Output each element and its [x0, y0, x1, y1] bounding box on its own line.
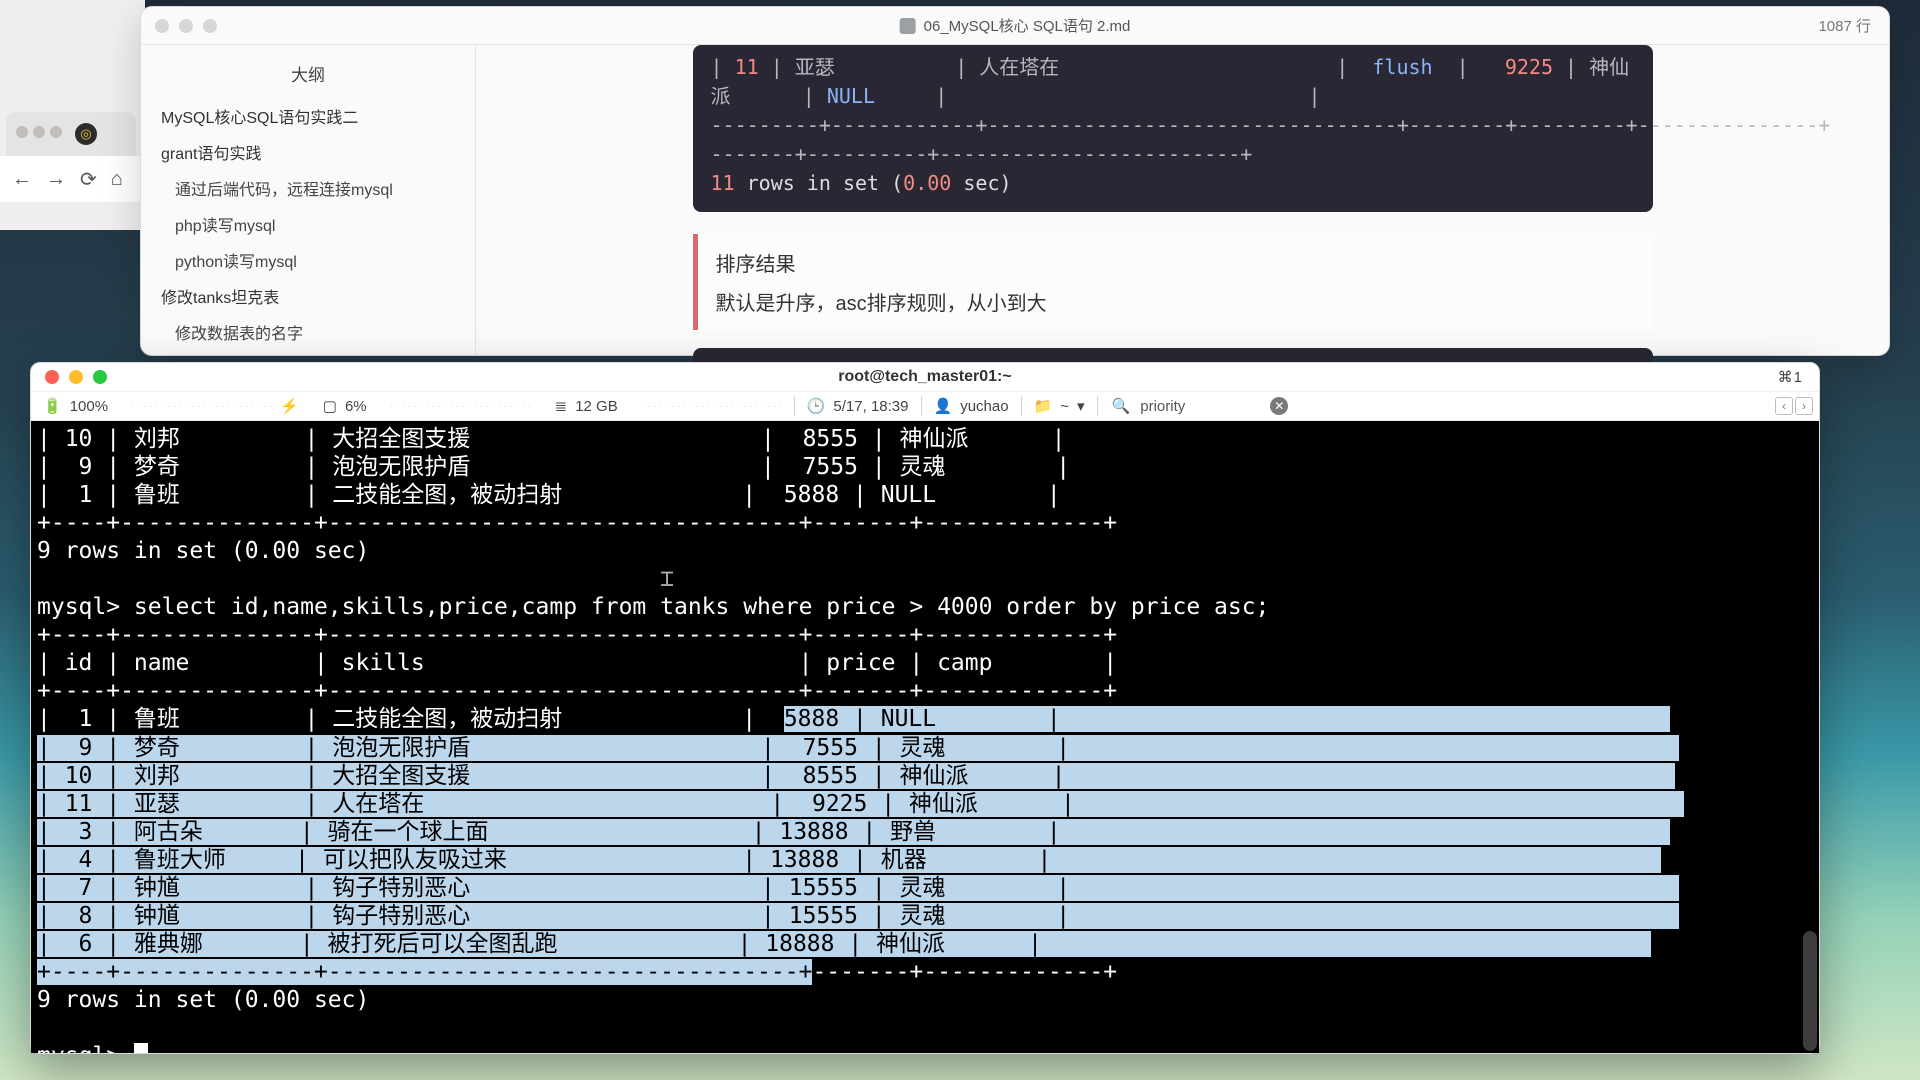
- status-battery: 🔋100%: [31, 392, 120, 420]
- terminal-title: root@tech_master01:~: [838, 368, 1011, 386]
- home-icon[interactable]: ⌂: [111, 168, 123, 191]
- terminal-tab-indicator[interactable]: ⌘1: [1778, 368, 1803, 386]
- terminal-body[interactable]: | 10 | 刘邦 | 大招全图支援 | 8555 | 神仙派 | | 9 | …: [31, 421, 1819, 1053]
- document-icon: [900, 18, 916, 34]
- status-clock: 🕒5/17, 18:39: [795, 392, 921, 420]
- md-traffic-lights[interactable]: [155, 19, 217, 33]
- status-cpu: ▢6%: [311, 392, 379, 420]
- memory-icon: ≣: [555, 397, 568, 415]
- browser-window-edge: ◎ ← → ⟳ ⌂: [0, 0, 145, 230]
- terminal-statusbar: 🔋100% ⚡ ▢6% ≣12 GB 🕒5/17, 18:39 👤yuchao …: [31, 391, 1819, 421]
- outline-item[interactable]: 通过后端代码，远程连接mysql: [141, 170, 475, 206]
- status-folder[interactable]: 📁~▾: [1022, 392, 1097, 420]
- close-icon[interactable]: [45, 370, 59, 384]
- tab-traffic-lights: [16, 125, 67, 143]
- md-filename-text: 06_MySQL核心 SQL语句 2.md: [924, 15, 1131, 36]
- terminal-titlebar[interactable]: root@tech_master01:~ ⌘1: [31, 363, 1819, 391]
- folder-icon: 📁: [1034, 397, 1053, 415]
- status-spark3: [630, 392, 794, 420]
- terminal-output[interactable]: | 10 | 刘邦 | 大招全图支援 | 8555 | 神仙派 | | 9 | …: [37, 425, 1813, 1053]
- zoom-icon[interactable]: [93, 370, 107, 384]
- md-titlebar[interactable]: 06_MySQL核心 SQL语句 2.md 1087 行: [141, 7, 1889, 45]
- note-body: 默认是升序，asc排序规则，从小到大: [716, 287, 1635, 316]
- chevron-down-icon: ▾: [1077, 397, 1085, 415]
- md-content-panel[interactable]: | 11 | 亚瑟 | 人在塔在 | flush | 9225 | 神仙 派 |…: [476, 45, 1889, 355]
- minimize-icon[interactable]: [69, 370, 83, 384]
- back-icon[interactable]: ←: [12, 168, 32, 191]
- outline-item[interactable]: MySQL核心SQL语句实践二: [141, 98, 475, 134]
- outline-item[interactable]: 修改tanks坦克表: [141, 278, 475, 314]
- browser-tab[interactable]: ◎: [6, 112, 136, 156]
- clock-icon: 🕒: [807, 397, 826, 415]
- note-title: 排序结果: [716, 248, 1635, 277]
- search-prev-icon[interactable]: ‹: [1775, 397, 1793, 415]
- clear-icon[interactable]: ✕: [1270, 397, 1288, 415]
- user-icon: 👤: [934, 397, 953, 415]
- terminal-window: root@tech_master01:~ ⌘1 🔋100% ⚡ ▢6% ≣12 …: [30, 362, 1820, 1054]
- bolt-icon: ⚡: [280, 397, 299, 415]
- battery-icon: 🔋: [43, 397, 62, 415]
- md-line-count: 1087 行: [1818, 15, 1871, 36]
- outline-title: 大纲: [141, 53, 475, 98]
- outline-item[interactable]: 修改数据表的名字: [141, 314, 475, 350]
- search-icon: 🔍: [1112, 397, 1131, 415]
- outline-item[interactable]: php读写mysql: [141, 206, 475, 242]
- cpu-icon: ▢: [323, 397, 337, 415]
- status-spark2: [379, 392, 543, 420]
- markdown-window: 06_MySQL核心 SQL语句 2.md 1087 行 大纲 MySQL核心S…: [140, 6, 1890, 356]
- md-filename: 06_MySQL核心 SQL语句 2.md: [900, 15, 1131, 36]
- terminal-traffic-lights[interactable]: [45, 370, 107, 384]
- reload-icon[interactable]: ⟳: [80, 167, 97, 192]
- outline-item[interactable]: python读写mysql: [141, 242, 475, 278]
- status-search[interactable]: 🔍 ✕: [1098, 397, 1769, 415]
- search-input[interactable]: [1140, 398, 1260, 415]
- status-memory: ≣12 GB: [543, 392, 630, 420]
- tab-favicon-icon: ◎: [75, 123, 97, 145]
- scrollbar-thumb[interactable]: [1803, 931, 1817, 1051]
- status-user: 👤yuchao: [922, 392, 1021, 420]
- status-spark1: ⚡: [120, 392, 311, 420]
- sql-output-codeblock[interactable]: | 11 | 亚瑟 | 人在塔在 | flush | 9225 | 神仙 派 |…: [693, 45, 1653, 212]
- scrollbar[interactable]: [1803, 421, 1817, 1053]
- outline-item[interactable]: grant语句实践: [141, 134, 475, 170]
- search-next-icon[interactable]: ›: [1795, 397, 1813, 415]
- md-outline-panel: 大纲 MySQL核心SQL语句实践二grant语句实践通过后端代码，远程连接my…: [141, 45, 476, 355]
- note-box: 排序结果 默认是升序，asc排序规则，从小到大: [693, 234, 1653, 330]
- forward-icon[interactable]: →: [46, 168, 66, 191]
- search-nav: ‹ ›: [1769, 397, 1819, 415]
- browser-nav-bar: ← → ⟳ ⌂: [0, 156, 145, 202]
